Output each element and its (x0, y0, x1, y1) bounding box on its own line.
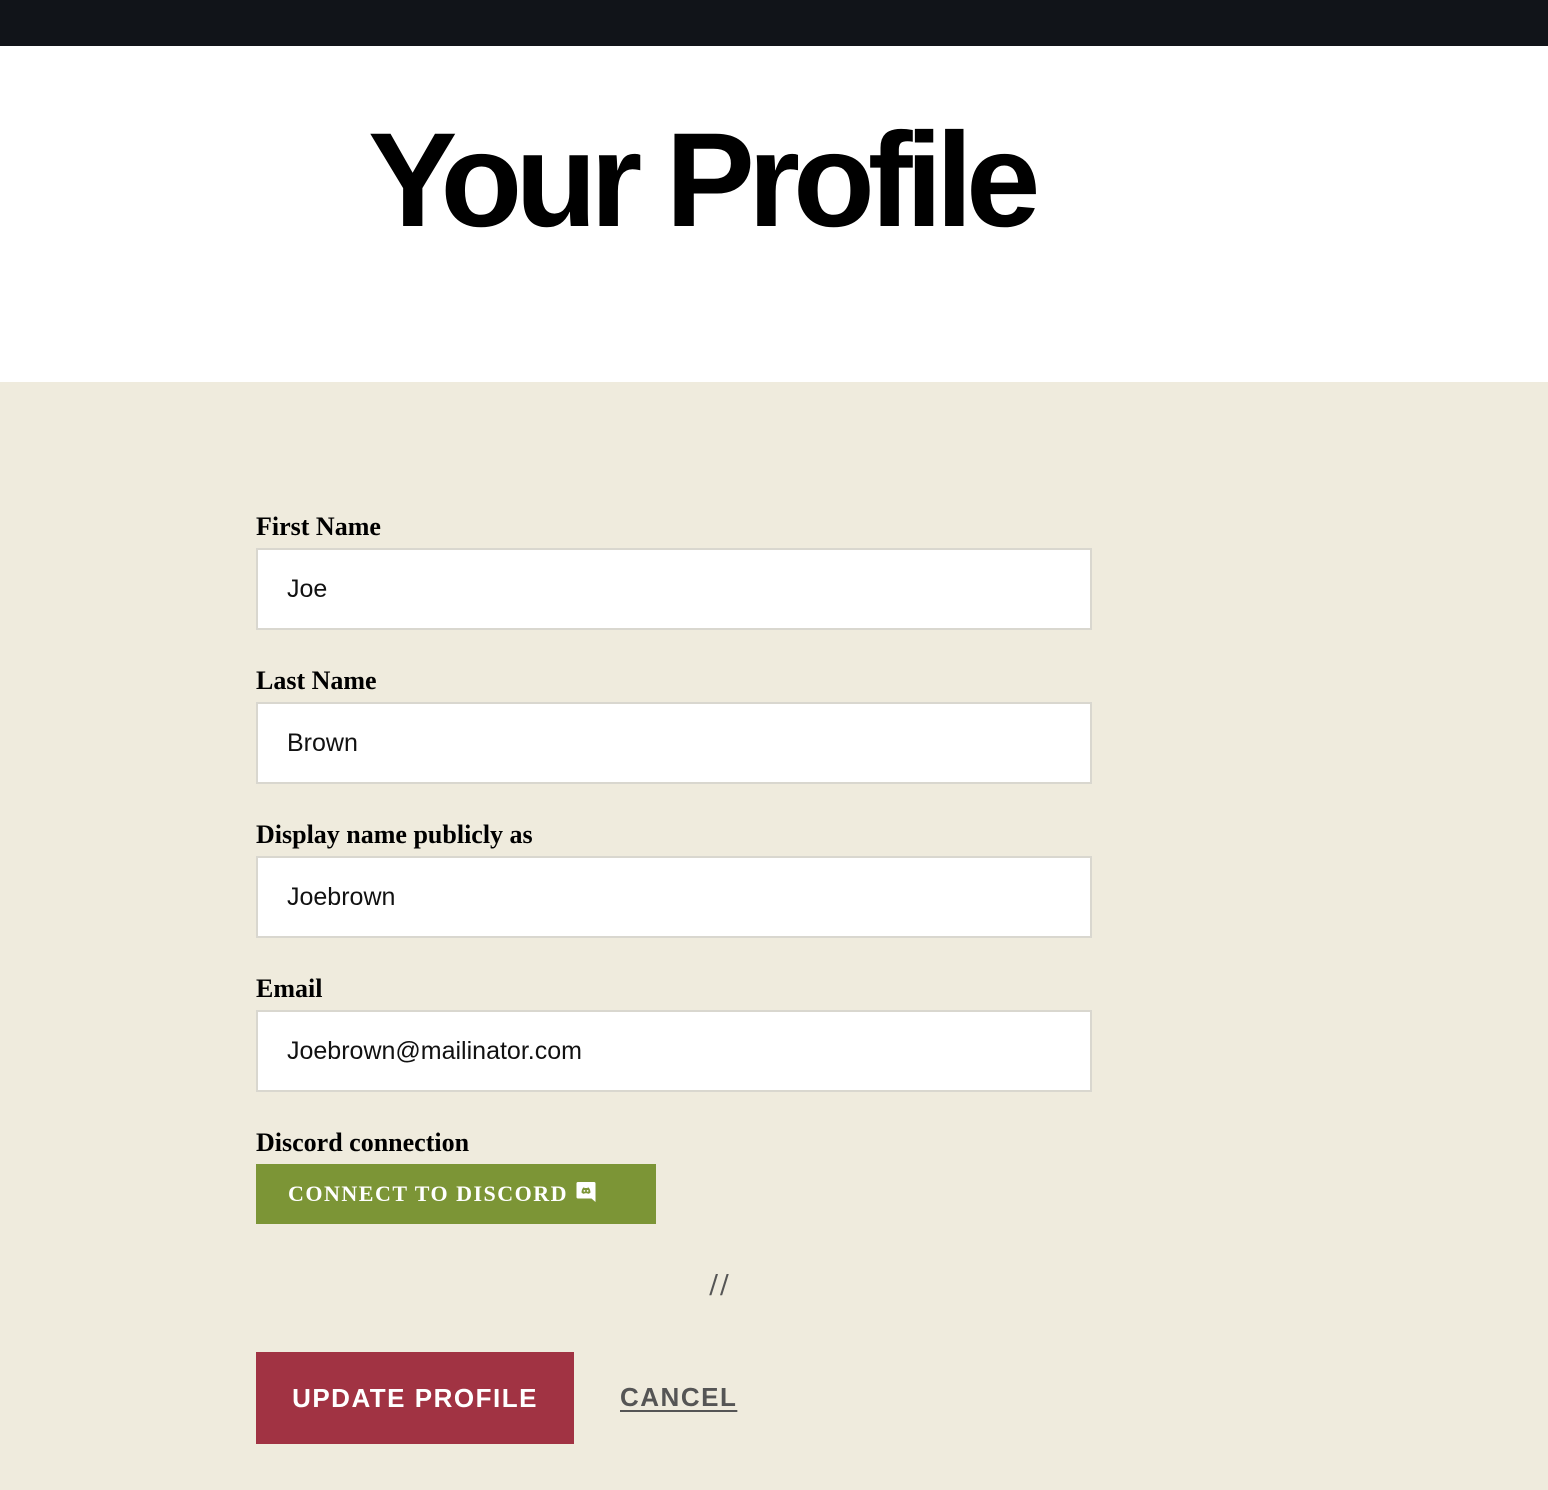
profile-form: First Name Last Name Display name public… (0, 382, 1548, 1490)
email-label: Email (256, 974, 323, 1003)
discord-connection-label: Discord connection (256, 1128, 470, 1157)
discord-icon (576, 1181, 596, 1203)
top-bar (0, 0, 1548, 46)
last-name-label: Last Name (256, 666, 377, 695)
section-divider: // (709, 1270, 731, 1300)
display-name-input[interactable] (256, 856, 1092, 938)
page-header: Your Profile (0, 46, 1548, 382)
update-profile-button[interactable]: UPDATE PROFILE (256, 1352, 574, 1444)
first-name-label: First Name (256, 512, 381, 541)
first-name-input[interactable] (256, 548, 1092, 630)
email-input[interactable] (256, 1010, 1092, 1092)
cancel-link[interactable]: CANCEL (620, 1382, 737, 1413)
connect-discord-button[interactable]: CONNECT TO DISCORD (256, 1164, 656, 1224)
last-name-input[interactable] (256, 702, 1092, 784)
connect-discord-label: CONNECT TO DISCORD (288, 1181, 569, 1206)
display-name-label: Display name publicly as (256, 820, 533, 849)
page-title: Your Profile (368, 106, 1040, 255)
